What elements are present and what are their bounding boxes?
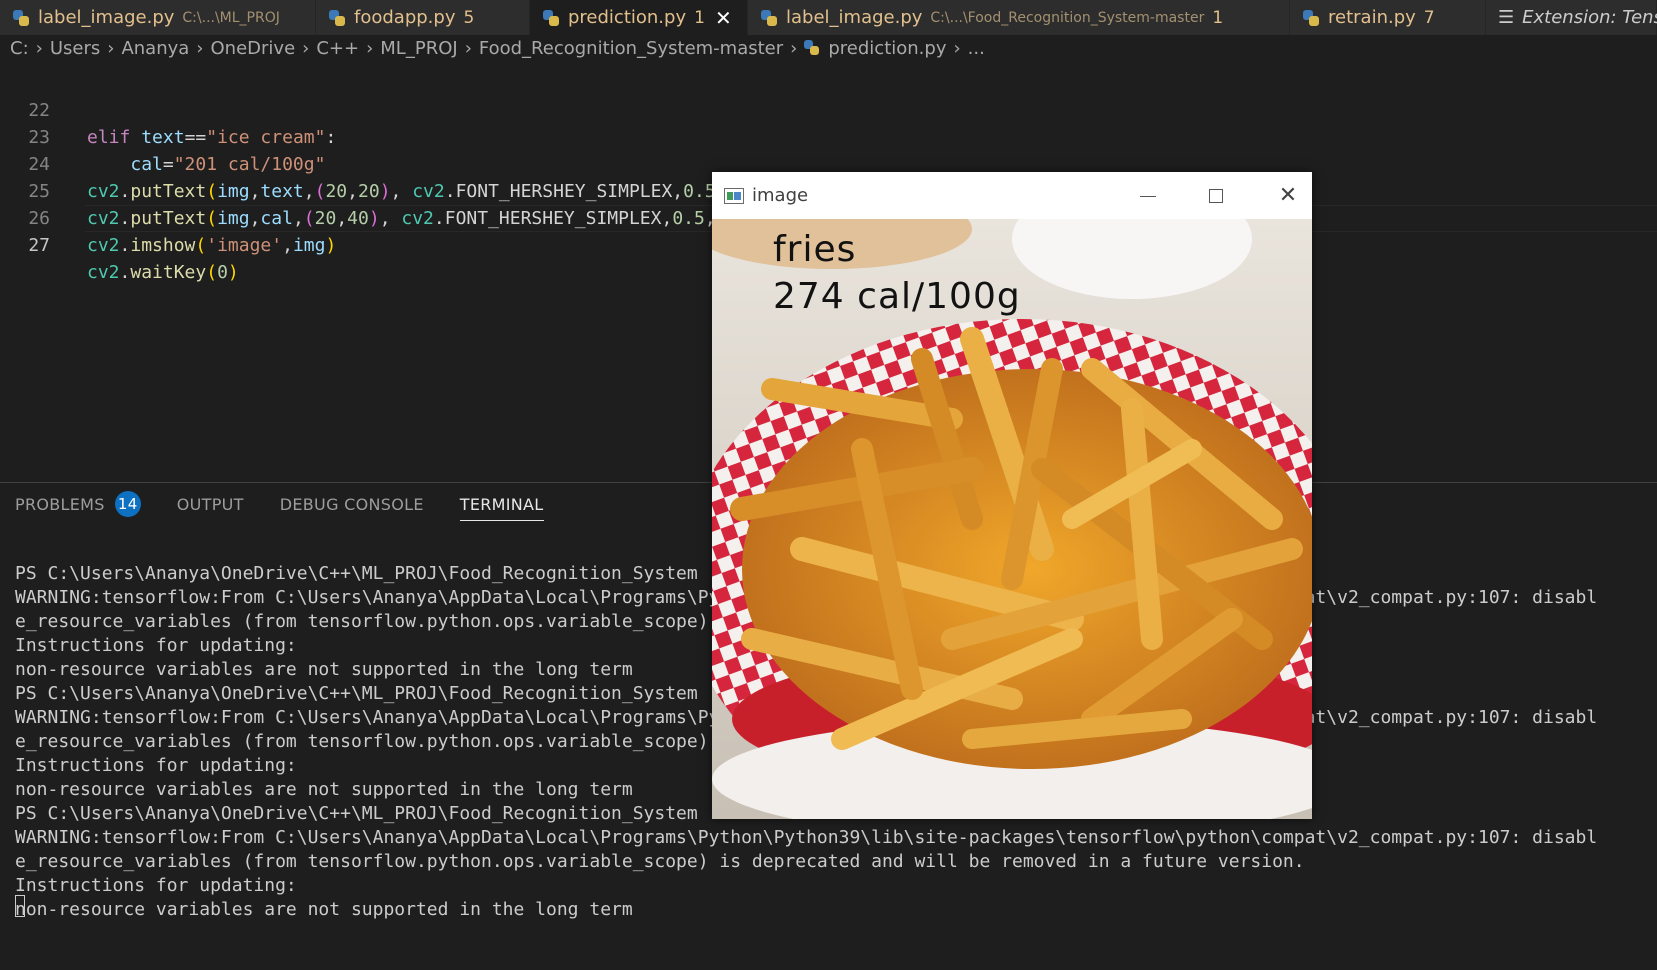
maximize-icon — [1209, 189, 1223, 203]
python-file-icon — [542, 9, 560, 27]
terminal-line: non-resource variables are not supported… — [15, 899, 633, 920]
window-title: image — [752, 185, 809, 206]
chevron-right-icon: › — [107, 37, 115, 59]
tab-terminal[interactable]: TERMINAL — [459, 483, 544, 525]
extension-icon: ☰ — [1498, 7, 1515, 28]
tab-debug-console[interactable]: DEBUG CONSOLE — [280, 483, 424, 525]
close-icon[interactable]: ✕ — [715, 6, 732, 30]
tab-retrain[interactable]: retrain.py 7 — [1290, 0, 1486, 35]
code-text: cv2.imshow('image',img) — [87, 235, 337, 256]
panel-tabs: PROBLEMS 14 OUTPUT DEBUG CONSOLE TERMINA… — [0, 483, 565, 525]
tab-prediction[interactable]: prediction.py 1 ✕ — [530, 0, 748, 35]
tab-label: foodapp.py — [354, 7, 456, 28]
terminal-line: WARNING:tensorflow:From C:\Users\Ananya\… — [15, 827, 1598, 848]
breadcrumb: C: › Users › Ananya › OneDrive › C++ › ML_PRO… — [0, 35, 1657, 61]
breadcrumb-item[interactable]: C++ — [316, 38, 359, 59]
panel-tab-label: OUTPUT — [176, 494, 244, 514]
problems-count-badge: 14 — [114, 491, 141, 517]
tab-label: label_image.py — [38, 7, 175, 28]
breadcrumb-item[interactable]: Ananya — [121, 38, 189, 59]
python-file-icon — [804, 40, 820, 56]
code-line[interactable]: 22 elif text=="ice cream": — [0, 70, 1657, 148]
tab-problem-count: 1 — [1212, 7, 1224, 28]
editor-tab-bar: label_image.py C:\...\ML_PROJ foodapp.py… — [0, 0, 1657, 35]
breadcrumb-item[interactable]: OneDrive — [211, 38, 296, 59]
terminal-line: Instructions for updating: — [15, 875, 297, 896]
breadcrumb-item[interactable]: prediction.py — [828, 38, 946, 59]
tab-problem-count: 1 — [694, 7, 705, 28]
chevron-right-icon: › — [366, 37, 374, 59]
breadcrumb-item[interactable]: Food_Recognition_System-master — [479, 38, 783, 59]
chevron-right-icon: › — [35, 37, 43, 59]
terminal-cursor — [15, 895, 25, 917]
code-text: cv2.waitKey(0) — [87, 262, 239, 283]
python-file-icon — [12, 9, 30, 27]
fries-photo: fries 274 cal/100g — [712, 219, 1312, 819]
tab-label: retrain.py — [1328, 7, 1416, 28]
tab-description: C:\...\ML_PROJ — [182, 9, 280, 26]
opencv-window-icon — [724, 188, 744, 204]
breadcrumb-item[interactable]: ML_PROJ — [380, 38, 457, 59]
chevron-right-icon: › — [464, 37, 472, 59]
python-file-icon — [1302, 9, 1320, 27]
tab-extension[interactable]: ☰ Extension: Tens — [1486, 0, 1657, 35]
tab-problem-count: 5 — [463, 7, 475, 28]
tab-output[interactable]: OUTPUT — [177, 483, 244, 525]
tab-label: label_image.py — [786, 7, 923, 28]
panel-tab-label: DEBUG CONSOLE — [279, 494, 424, 514]
maximize-button[interactable] — [1184, 181, 1248, 211]
close-button[interactable]: ✕ — [1256, 181, 1320, 211]
python-file-icon — [328, 9, 346, 27]
line-number: 27 — [28, 235, 50, 256]
tab-problem-count: 7 — [1423, 7, 1435, 28]
chevron-right-icon: › — [953, 37, 961, 59]
code-line[interactable]: 24 cv2.putText(img,text,(20,20), cv2.FON… — [0, 124, 1657, 202]
breadcrumb-item[interactable]: Users — [50, 38, 100, 59]
prediction-label: fries — [773, 229, 857, 270]
chevron-right-icon: › — [302, 37, 310, 59]
python-file-icon — [760, 9, 778, 27]
tab-label-image-food-recognition[interactable]: label_image.py C:\...\Food_Recognition_S… — [748, 0, 1290, 35]
chevron-right-icon: › — [790, 37, 798, 59]
image-window[interactable]: image ✕ fries 274 cal/100g — [712, 172, 1312, 819]
tab-label: Extension: Tens — [1522, 7, 1657, 28]
tab-description: C:\...\Food_Recognition_System-master — [930, 9, 1205, 26]
breadcrumb-item[interactable]: C: — [10, 38, 29, 59]
tab-problems[interactable]: PROBLEMS 14 — [15, 483, 141, 525]
terminal-line: e_resource_variables (from tensorflow.py… — [15, 851, 1305, 872]
calorie-label: 274 cal/100g — [773, 276, 1021, 317]
close-icon: ✕ — [1278, 183, 1298, 208]
minimize-button[interactable] — [1116, 181, 1180, 211]
chevron-right-icon: › — [196, 37, 204, 59]
minimize-icon — [1140, 196, 1156, 197]
window-titlebar[interactable]: image ✕ — [712, 172, 1312, 219]
code-line[interactable]: 23 cal="201 cal/100g" — [0, 97, 1657, 175]
tab-label-image-ml-proj[interactable]: label_image.py C:\...\ML_PROJ — [0, 0, 316, 35]
tab-foodapp[interactable]: foodapp.py 5 — [316, 0, 530, 35]
panel-tab-label: PROBLEMS — [15, 494, 105, 514]
breadcrumb-item[interactable]: ... — [968, 38, 985, 59]
tab-label: prediction.py — [568, 7, 687, 28]
panel-tab-label: TERMINAL — [459, 494, 544, 514]
